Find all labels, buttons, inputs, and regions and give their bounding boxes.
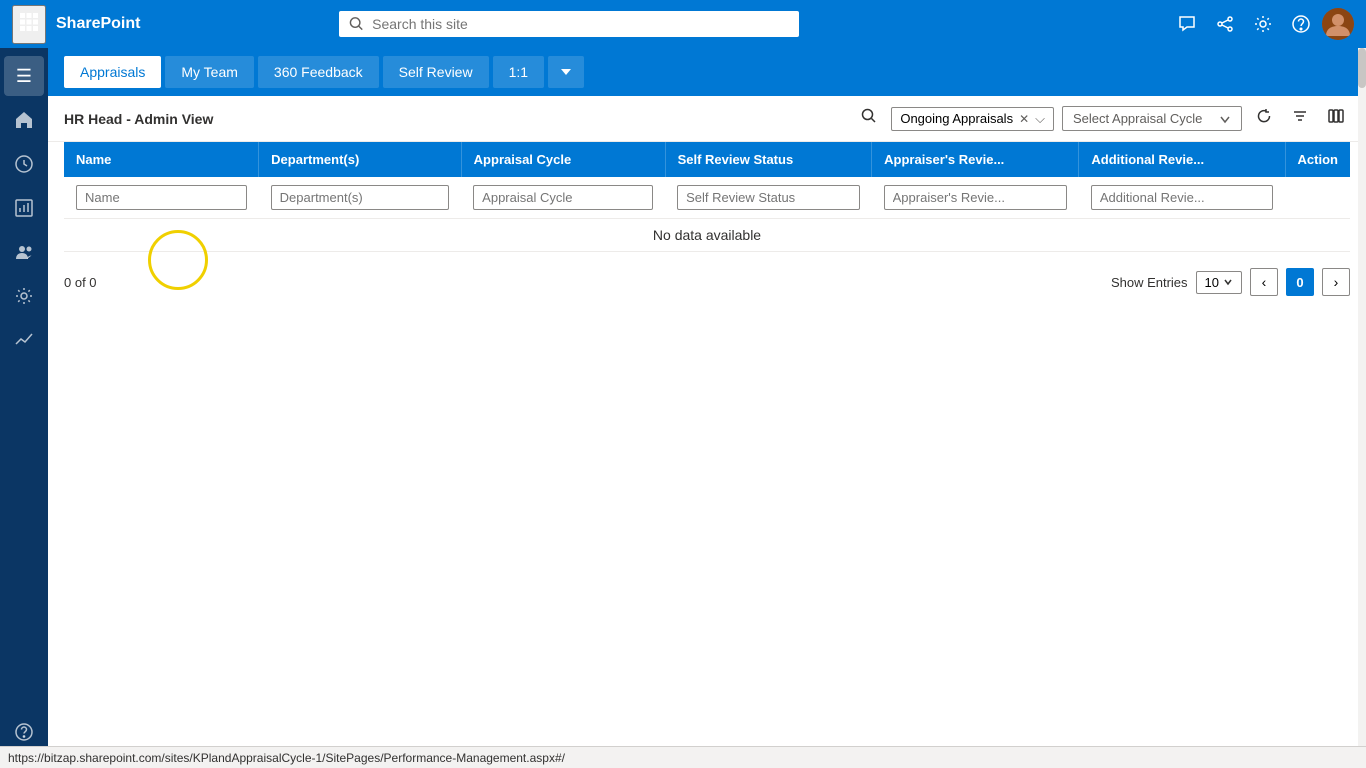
sidebar-item-people[interactable] — [4, 232, 44, 272]
left-sidebar: ☰ — [0, 48, 48, 768]
filter-cell-appraiser-review[interactable] — [872, 177, 1079, 219]
main-content: Appraisals My Team 360 Feedback Self Rev… — [48, 48, 1366, 768]
sidebar-item-activity[interactable] — [4, 144, 44, 184]
entries-chevron-icon — [1223, 277, 1233, 287]
no-data-message: No data available — [64, 219, 1350, 252]
tab-more-button[interactable] — [548, 56, 584, 88]
tab-one-on-one[interactable]: 1:1 — [493, 56, 544, 88]
appraisal-cycle-filter-input[interactable] — [473, 185, 653, 210]
table-filter-row — [64, 177, 1350, 219]
chevron-down-icon — [1219, 113, 1231, 125]
prev-page-button[interactable]: ‹ — [1250, 268, 1278, 296]
view-toolbar: HR Head - Admin View Ongoing Appraisals … — [48, 96, 1366, 142]
tab-self-review[interactable]: Self Review — [383, 56, 489, 88]
home-icon — [14, 110, 34, 130]
toolbar-right: Ongoing Appraisals ✕ ⌵ Select Appraisal … — [855, 104, 1350, 133]
col-header-additional-review: Additional Revie... — [1079, 142, 1285, 177]
content-area: HR Head - Admin View Ongoing Appraisals … — [48, 96, 1366, 768]
share-icon-button[interactable] — [1208, 7, 1242, 41]
waffle-menu-button[interactable] — [12, 5, 46, 44]
search-icon — [349, 16, 364, 32]
next-page-button[interactable]: › — [1322, 268, 1350, 296]
table-container: Name Department(s) Appraisal Cycle Self … — [48, 142, 1366, 252]
filter-chevron-icon[interactable]: ⌵ — [1035, 111, 1045, 127]
self-review-filter-input[interactable] — [677, 185, 860, 210]
filter-cell-name[interactable] — [64, 177, 259, 219]
appraisal-cycle-select[interactable]: Select Appraisal Cycle — [1062, 106, 1242, 131]
col-header-appraisal-cycle: Appraisal Cycle — [461, 142, 665, 177]
help-icon-button[interactable] — [1284, 7, 1318, 41]
view-title: HR Head - Admin View — [64, 111, 213, 127]
pagination-bar: 0 of 0 Show Entries 10 ‹ 0 › — [48, 260, 1366, 304]
col-header-departments: Department(s) — [259, 142, 462, 177]
nav-icons — [1170, 7, 1354, 41]
status-bar: https://bitzap.sharepoint.com/sites/KPla… — [0, 746, 1366, 768]
top-navigation: SharePoint — [0, 0, 1366, 48]
tab-my-team[interactable]: My Team — [165, 56, 254, 88]
analytics-icon — [14, 330, 34, 350]
appraiser-review-filter-input[interactable] — [884, 185, 1067, 210]
search-toggle-button[interactable] — [855, 104, 883, 133]
filter-cell-appraisal-cycle[interactable] — [461, 177, 665, 219]
status-url: https://bitzap.sharepoint.com/sites/KPla… — [8, 751, 565, 765]
sidebar-item-home[interactable] — [4, 100, 44, 140]
entries-per-page-select[interactable]: 10 — [1196, 271, 1242, 294]
current-page: 0 — [1286, 268, 1314, 296]
activity-icon — [14, 154, 34, 174]
col-header-self-review: Self Review Status — [665, 142, 872, 177]
pagination-right: Show Entries 10 ‹ 0 › — [1111, 268, 1350, 296]
records-count: 0 of 0 — [64, 275, 97, 290]
col-header-appraiser-review: Appraiser's Revie... — [872, 142, 1079, 177]
menu-icon: ☰ — [16, 66, 32, 87]
filter-tag-label: Ongoing Appraisals — [900, 111, 1013, 126]
ongoing-appraisals-filter[interactable]: Ongoing Appraisals ✕ ⌵ — [891, 107, 1054, 131]
col-header-name: Name — [64, 142, 259, 177]
column-settings-button[interactable] — [1322, 104, 1350, 133]
filter-cell-action — [1285, 177, 1350, 219]
people-icon — [14, 242, 34, 262]
col-header-action: Action — [1285, 142, 1350, 177]
scroll-track — [1358, 48, 1366, 746]
user-avatar[interactable] — [1322, 8, 1354, 40]
settings-icon — [14, 286, 34, 306]
filter-list-button[interactable] — [1286, 104, 1314, 133]
tab-360-feedback[interactable]: 360 Feedback — [258, 56, 379, 88]
table-header-row: Name Department(s) Appraisal Cycle Self … — [64, 142, 1350, 177]
search-input[interactable] — [372, 16, 789, 32]
chat-icon-button[interactable] — [1170, 7, 1204, 41]
search-box[interactable] — [339, 11, 799, 37]
no-data-row: No data available — [64, 219, 1350, 252]
app-logo: SharePoint — [56, 15, 140, 33]
departments-filter-input[interactable] — [271, 185, 450, 210]
reports-icon — [14, 198, 34, 218]
tabs-bar: Appraisals My Team 360 Feedback Self Rev… — [48, 48, 1366, 96]
sidebar-item-settings[interactable] — [4, 276, 44, 316]
entries-value: 10 — [1205, 275, 1219, 290]
name-filter-input[interactable] — [76, 185, 247, 210]
additional-review-filter-input[interactable] — [1091, 185, 1273, 210]
filter-cell-self-review[interactable] — [665, 177, 872, 219]
filter-cell-departments[interactable] — [259, 177, 462, 219]
help-circle-icon — [14, 722, 34, 742]
settings-icon-button[interactable] — [1246, 7, 1280, 41]
scroll-thumb[interactable] — [1358, 48, 1366, 88]
select-cycle-label: Select Appraisal Cycle — [1073, 111, 1202, 126]
sidebar-item-analytics[interactable] — [4, 320, 44, 360]
refresh-button[interactable] — [1250, 104, 1278, 133]
sidebar-item-menu[interactable]: ☰ — [4, 56, 44, 96]
filter-cell-additional-review[interactable] — [1079, 177, 1285, 219]
appraisals-table: Name Department(s) Appraisal Cycle Self … — [64, 142, 1350, 252]
tab-appraisals[interactable]: Appraisals — [64, 56, 161, 88]
show-entries-label: Show Entries — [1111, 275, 1188, 290]
sidebar-item-reports[interactable] — [4, 188, 44, 228]
filter-remove-button[interactable]: ✕ — [1019, 112, 1029, 126]
